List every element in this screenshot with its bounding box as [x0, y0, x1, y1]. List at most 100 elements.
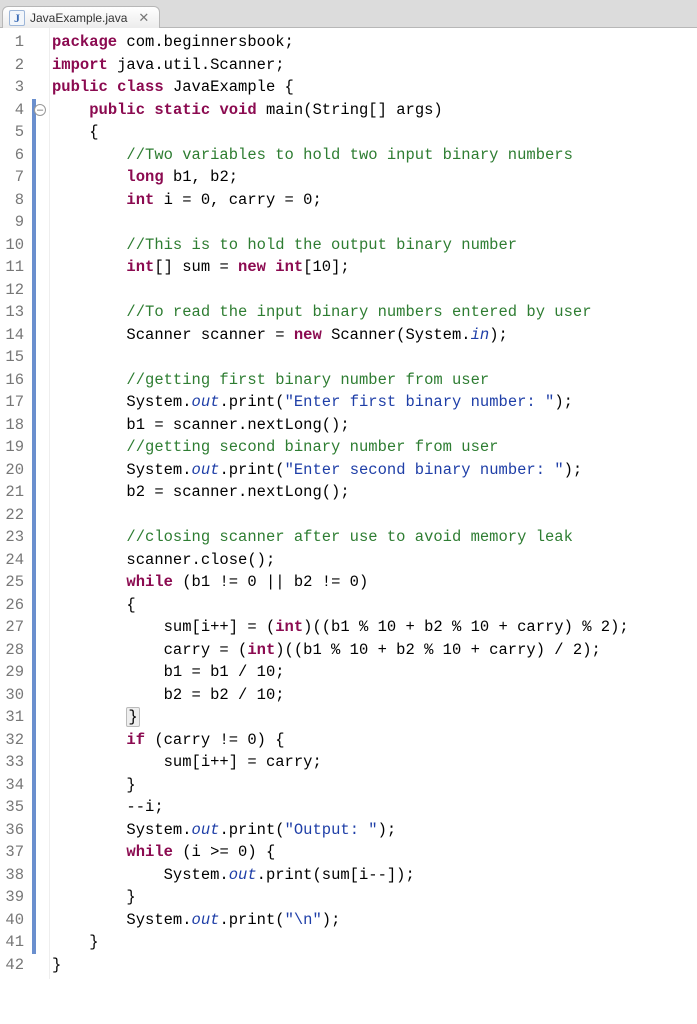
- fold-cell: [32, 121, 49, 144]
- code-line[interactable]: System.out.print("Enter second binary nu…: [52, 459, 691, 482]
- code-line[interactable]: //getting second binary number from user: [52, 436, 691, 459]
- code-token: i = 0, carry = 0;: [154, 191, 321, 209]
- line-number: 41: [4, 931, 24, 954]
- code-line[interactable]: --i;: [52, 796, 691, 819]
- code-line[interactable]: while (b1 != 0 || b2 != 0): [52, 571, 691, 594]
- code-line[interactable]: public static void main(String[] args): [52, 99, 691, 122]
- code-token: while: [126, 573, 173, 591]
- fold-toggle-icon[interactable]: –: [34, 104, 46, 116]
- line-number: 14: [4, 324, 24, 347]
- fold-cell: [32, 954, 49, 977]
- code-token: out: [192, 821, 220, 839]
- line-number: 35: [4, 796, 24, 819]
- fold-cell: [32, 864, 49, 887]
- code-line[interactable]: {: [52, 594, 691, 617]
- fold-cell: [32, 166, 49, 189]
- code-line[interactable]: int[] sum = new int[10];: [52, 256, 691, 279]
- code-token: "Output: ": [285, 821, 378, 839]
- code-token: public: [52, 78, 108, 96]
- code-line[interactable]: [52, 346, 691, 369]
- code-line[interactable]: if (carry != 0) {: [52, 729, 691, 752]
- code-line[interactable]: [52, 279, 691, 302]
- code-token: out: [192, 461, 220, 479]
- line-number: 9: [4, 211, 24, 234]
- code-line[interactable]: {: [52, 121, 691, 144]
- code-line[interactable]: Scanner scanner = new Scanner(System.in)…: [52, 324, 691, 347]
- code-token: void: [219, 101, 256, 119]
- code-token: }: [126, 776, 135, 794]
- code-line[interactable]: [52, 504, 691, 527]
- fold-cell: [32, 76, 49, 99]
- line-number: 16: [4, 369, 24, 392]
- code-token: );: [564, 461, 583, 479]
- code-line[interactable]: }: [52, 886, 691, 909]
- code-line[interactable]: scanner.close();: [52, 549, 691, 572]
- code-token: sum[i++] = (: [164, 618, 276, 636]
- fold-cell: [32, 841, 49, 864]
- line-number: 17: [4, 391, 24, 414]
- code-line[interactable]: System.out.print("Enter first binary num…: [52, 391, 691, 414]
- code-line[interactable]: sum[i++] = carry;: [52, 751, 691, 774]
- fold-cell: [32, 436, 49, 459]
- code-line[interactable]: carry = (int)((b1 % 10 + b2 % 10 + carry…: [52, 639, 691, 662]
- editor-tab[interactable]: J JavaExample.java ✕: [2, 6, 160, 28]
- code-line[interactable]: b2 = b2 / 10;: [52, 684, 691, 707]
- tab-filename: JavaExample.java: [30, 11, 127, 25]
- code-token: );: [554, 393, 573, 411]
- code-area[interactable]: package com.beginnersbook;import java.ut…: [50, 28, 697, 979]
- java-file-icon: J: [9, 10, 25, 26]
- fold-cell: [32, 414, 49, 437]
- code-token: [145, 101, 154, 119]
- code-line[interactable]: System.out.print("Output: ");: [52, 819, 691, 842]
- code-editor[interactable]: 1234567891011121314151617181920212223242…: [0, 28, 697, 979]
- fold-cell: [32, 684, 49, 707]
- code-token: (carry != 0) {: [145, 731, 285, 749]
- code-line[interactable]: int i = 0, carry = 0;: [52, 189, 691, 212]
- line-number: 40: [4, 909, 24, 932]
- code-line[interactable]: //closing scanner after use to avoid mem…: [52, 526, 691, 549]
- code-token: while: [126, 843, 173, 861]
- code-line[interactable]: //Two variables to hold two input binary…: [52, 144, 691, 167]
- code-line[interactable]: b2 = scanner.nextLong();: [52, 481, 691, 504]
- code-line[interactable]: }: [52, 774, 691, 797]
- code-line[interactable]: sum[i++] = (int)((b1 % 10 + b2 % 10 + ca…: [52, 616, 691, 639]
- fold-cell: [32, 301, 49, 324]
- fold-cell: [32, 549, 49, 572]
- line-number: 42: [4, 954, 24, 977]
- code-line[interactable]: //This is to hold the output binary numb…: [52, 234, 691, 257]
- code-token: Scanner(System.: [322, 326, 471, 344]
- code-token: public: [89, 101, 145, 119]
- code-line[interactable]: //To read the input binary numbers enter…: [52, 301, 691, 324]
- line-number: 6: [4, 144, 24, 167]
- code-line[interactable]: package com.beginnersbook;: [52, 31, 691, 54]
- code-token: .print(: [219, 393, 284, 411]
- code-token: )((b1 % 10 + b2 % 10 + carry) / 2);: [275, 641, 601, 659]
- line-number: 10: [4, 234, 24, 257]
- code-token: (i >= 0) {: [173, 843, 275, 861]
- fold-cell: [32, 324, 49, 347]
- line-number: 24: [4, 549, 24, 572]
- code-token: System.: [126, 911, 191, 929]
- line-number: 12: [4, 279, 24, 302]
- code-token: }: [52, 956, 61, 974]
- code-line[interactable]: System.out.print("\n");: [52, 909, 691, 932]
- close-icon[interactable]: ✕: [138, 10, 149, 26]
- code-line[interactable]: [52, 211, 691, 234]
- code-token: int: [275, 618, 303, 636]
- code-line[interactable]: b1 = scanner.nextLong();: [52, 414, 691, 437]
- code-line[interactable]: }: [52, 706, 691, 729]
- code-line[interactable]: import java.util.Scanner;: [52, 54, 691, 77]
- code-line[interactable]: long b1, b2;: [52, 166, 691, 189]
- fold-cell: [32, 751, 49, 774]
- fold-cell: [32, 931, 49, 954]
- line-number: 15: [4, 346, 24, 369]
- line-number: 25: [4, 571, 24, 594]
- code-line[interactable]: //getting first binary number from user: [52, 369, 691, 392]
- fold-cell: [32, 481, 49, 504]
- code-line[interactable]: System.out.print(sum[i--]);: [52, 864, 691, 887]
- code-line[interactable]: }: [52, 931, 691, 954]
- code-line[interactable]: }: [52, 954, 691, 977]
- code-line[interactable]: public class JavaExample {: [52, 76, 691, 99]
- code-line[interactable]: b1 = b1 / 10;: [52, 661, 691, 684]
- code-line[interactable]: while (i >= 0) {: [52, 841, 691, 864]
